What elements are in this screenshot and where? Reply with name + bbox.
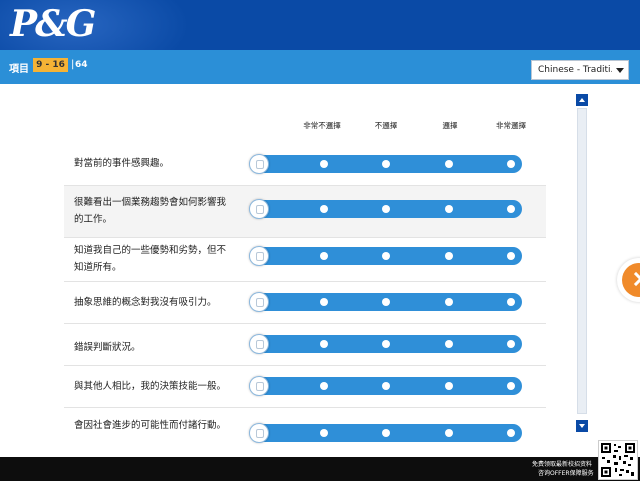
question-row: 知道我自己的一些優勢和劣勢，但不知道所有。	[64, 238, 546, 282]
item-range-badge: 9 - 16	[33, 58, 68, 72]
slider-handle-icon[interactable]	[249, 246, 269, 266]
slider-handle-icon[interactable]	[249, 199, 269, 219]
rating-option-strongly-disagree[interactable]	[320, 429, 328, 437]
question-text: 對當前的事件感興趣。	[74, 158, 170, 169]
rating-option-strongly-disagree[interactable]	[320, 205, 328, 213]
rating-option-agree[interactable]	[445, 382, 453, 390]
rating-option-disagree[interactable]	[382, 252, 390, 260]
rating-option-agree[interactable]	[445, 340, 453, 348]
question-row: 抽象思維的概念對我沒有吸引力。	[64, 282, 546, 324]
question-text: 抽象思維的概念對我沒有吸引力。	[74, 297, 217, 308]
rating-option-strongly-disagree[interactable]	[320, 298, 328, 306]
rating-option-disagree[interactable]	[382, 160, 390, 168]
ad-text-line2: 咨询OFFER保障服务	[538, 470, 594, 477]
app-header: P&G	[0, 0, 640, 50]
next-button[interactable]	[617, 258, 640, 302]
question-text: 與其他人相比，我的決策技能一般。	[74, 381, 227, 392]
rating-option-strongly-agree[interactable]	[507, 252, 515, 260]
question-text: 錯誤判斷狀況。	[74, 342, 141, 353]
slider-handle-icon[interactable]	[249, 376, 269, 396]
rating-option-strongly-agree[interactable]	[507, 382, 515, 390]
qr-code-icon	[598, 440, 638, 480]
rating-slider[interactable]	[249, 423, 522, 443]
question-text: 很難看出一個業務趨勢會如何影響我的工作。	[74, 197, 227, 225]
scale-label-strongly-disagree: 非常不邏擇	[303, 121, 341, 130]
brand-logo: P&G	[10, 3, 96, 45]
rating-option-strongly-agree[interactable]	[507, 205, 515, 213]
rating-slider[interactable]	[249, 246, 522, 266]
rating-option-strongly-agree[interactable]	[507, 340, 515, 348]
rating-option-agree[interactable]	[445, 252, 453, 260]
question-panel: 非常不邏擇 不邏擇 邏擇 非常邏擇 對當前的事件感興趣。 很難看出一個業務趨勢會…	[0, 84, 576, 457]
slider-handle-icon[interactable]	[249, 334, 269, 354]
rating-option-disagree[interactable]	[382, 382, 390, 390]
scale-label-agree: 邏擇	[442, 121, 458, 130]
arrow-down-icon[interactable]	[576, 420, 588, 432]
question-text: 會因社會進步的可能性而付諸行動。	[74, 420, 227, 431]
rating-slider[interactable]	[249, 292, 522, 312]
ad-text-line1: 免费领取最新校招资料	[532, 461, 593, 468]
item-label: 項目	[9, 64, 29, 75]
rating-option-strongly-disagree[interactable]	[320, 252, 328, 260]
rating-slider[interactable]	[249, 376, 522, 396]
rating-slider[interactable]	[249, 154, 522, 174]
question-text: 知道我自己的一些優勢和劣勢，但不知道所有。	[74, 245, 227, 273]
rating-option-strongly-agree[interactable]	[507, 298, 515, 306]
scale-label-strongly-agree: 非常邏擇	[496, 121, 526, 130]
caret-down-icon	[616, 68, 624, 73]
separator: |	[71, 59, 75, 70]
rating-option-disagree[interactable]	[382, 429, 390, 437]
rating-option-disagree[interactable]	[382, 298, 390, 306]
rating-option-disagree[interactable]	[382, 205, 390, 213]
question-row: 很難看出一個業務趨勢會如何影響我的工作。	[64, 186, 546, 238]
rating-slider[interactable]	[249, 199, 522, 219]
rating-option-agree[interactable]	[445, 429, 453, 437]
question-row: 與其他人相比，我的決策技能一般。	[64, 366, 546, 408]
chevron-right-icon	[628, 271, 640, 287]
rating-option-strongly-disagree[interactable]	[320, 340, 328, 348]
rating-option-strongly-disagree[interactable]	[320, 382, 328, 390]
rating-option-agree[interactable]	[445, 160, 453, 168]
rating-option-disagree[interactable]	[382, 340, 390, 348]
question-row: 錯誤判斷狀況。	[64, 324, 546, 366]
question-row: 會因社會進步的可能性而付諸行動。	[64, 408, 546, 457]
rating-option-strongly-agree[interactable]	[507, 429, 515, 437]
slider-handle-icon[interactable]	[249, 154, 269, 174]
rating-option-strongly-disagree[interactable]	[320, 160, 328, 168]
language-select[interactable]: Chinese - Traditi...	[531, 60, 629, 80]
arrow-up-icon[interactable]	[576, 94, 588, 106]
item-total: 64	[75, 60, 88, 70]
rating-option-strongly-agree[interactable]	[507, 160, 515, 168]
rating-slider[interactable]	[249, 334, 522, 354]
slider-handle-icon[interactable]	[249, 423, 269, 443]
language-value: Chinese - Traditi...	[538, 65, 612, 75]
scale-label-disagree: 不邏擇	[374, 121, 398, 130]
scrollbar-thumb[interactable]	[577, 108, 587, 414]
vertical-scrollbar[interactable]	[576, 94, 588, 434]
next-button-face[interactable]	[622, 263, 640, 297]
slider-handle-icon[interactable]	[249, 292, 269, 312]
rating-option-agree[interactable]	[445, 205, 453, 213]
question-row: 對當前的事件感興趣。	[64, 142, 546, 186]
rating-option-agree[interactable]	[445, 298, 453, 306]
